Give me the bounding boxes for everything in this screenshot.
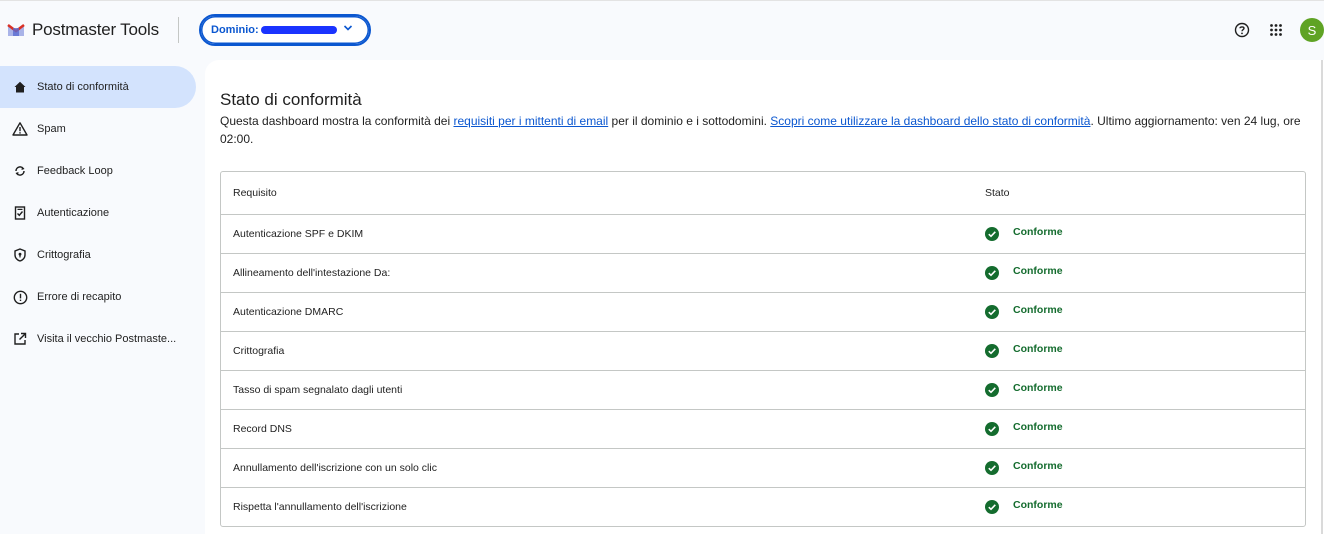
header-actions: S [1230, 1, 1324, 59]
requirement-cell: Rispetta l'annullamento dell'iscrizione [233, 501, 407, 513]
check-circle-icon [985, 422, 999, 436]
status-cell: Conforme [985, 265, 1063, 280]
sidebar-item-crittografia[interactable]: Crittografia [0, 234, 196, 276]
open-in-new-icon [12, 331, 28, 347]
check-circle-icon [985, 305, 999, 319]
sidebar-item-label: Autenticazione [37, 207, 110, 219]
requirement-cell: Crittografia [233, 345, 285, 357]
status-badge: Conforme [1013, 265, 1063, 277]
check-circle-icon [985, 461, 999, 475]
verified-document-icon [12, 205, 28, 221]
requirement-cell: Record DNS [233, 423, 292, 435]
warning-icon [12, 121, 28, 137]
table-row: Crittografia Conforme [221, 331, 1305, 370]
status-cell: Conforme [985, 499, 1063, 514]
status-badge: Conforme [1013, 421, 1063, 433]
status-badge: Conforme [1013, 382, 1063, 394]
requirement-cell: Tasso di spam segnalato dagli utenti [233, 384, 403, 396]
header-divider [178, 16, 179, 43]
status-cell: Conforme [985, 226, 1063, 241]
avatar[interactable]: S [1300, 18, 1324, 42]
status-badge: Conforme [1013, 226, 1063, 238]
table-header-row: Requisito Stato [221, 172, 1305, 214]
main-content: Stato di conformità Questa dashboard mos… [205, 60, 1324, 534]
home-icon [12, 79, 28, 95]
requirement-cell: Allineamento dell'intestazione Da: [233, 267, 391, 279]
page-title: Stato di conformità [220, 90, 362, 109]
table-row: Annullamento dell'iscrizione con un solo… [221, 448, 1305, 487]
table-row: Autenticazione SPF e DKIM Conforme [221, 214, 1305, 253]
compliance-table: Requisito Stato Autenticazione SPF e DKI… [220, 171, 1306, 527]
status-badge: Conforme [1013, 304, 1063, 316]
status-cell: Conforme [985, 304, 1063, 319]
status-cell: Conforme [985, 382, 1063, 397]
table-row: Record DNS Conforme [221, 409, 1305, 448]
check-circle-icon [985, 266, 999, 280]
top-app-bar: Postmaster Tools Dominio: S [0, 0, 1324, 58]
status-badge: Conforme [1013, 343, 1063, 355]
requirement-cell: Autenticazione DMARC [233, 306, 344, 318]
table-row: Autenticazione DMARC Conforme [221, 292, 1305, 331]
sidebar-item-label: Visita il vecchio Postmaste... [37, 333, 177, 345]
sidebar-item-errore-recapito[interactable]: Errore di recapito [0, 276, 196, 318]
desc-text: per il dominio e i sottodomini. [608, 114, 771, 128]
sidebar-item-vecchio-postmaster[interactable]: Visita il vecchio Postmaste... [0, 318, 196, 360]
table-row: Tasso di spam segnalato dagli utenti Con… [221, 370, 1305, 409]
sidebar-nav: Stato di conformità Spam Feedback Loop A… [0, 66, 196, 360]
help-icon[interactable] [1230, 18, 1254, 42]
check-circle-icon [985, 383, 999, 397]
page-description: Questa dashboard mostra la conformità de… [220, 112, 1310, 148]
table-row: Rispetta l'annullamento dell'iscrizione … [221, 487, 1305, 526]
check-circle-icon [985, 500, 999, 514]
sidebar-item-spam[interactable]: Spam [0, 108, 196, 150]
apps-grid-icon[interactable] [1264, 18, 1288, 42]
sidebar-item-autenticazione[interactable]: Autenticazione [0, 192, 196, 234]
check-circle-icon [985, 227, 999, 241]
status-badge: Conforme [1013, 460, 1063, 472]
redacted-domain [260, 25, 337, 34]
status-cell: Conforme [985, 343, 1063, 358]
chevron-down-icon [343, 24, 353, 35]
column-header-stato: Stato [985, 187, 1010, 199]
sidebar-item-label: Stato di conformità [37, 81, 129, 93]
postmaster-logo-icon [7, 23, 25, 36]
sidebar-item-stato-conformita[interactable]: Stato di conformità [0, 66, 196, 108]
requirement-cell: Autenticazione SPF e DKIM [233, 228, 364, 240]
learn-dashboard-link[interactable]: Scopri come utilizzare la dashboard dell… [770, 114, 1090, 128]
sidebar-item-feedback-loop[interactable]: Feedback Loop [0, 150, 196, 192]
shield-icon [12, 247, 28, 263]
status-cell: Conforme [985, 421, 1063, 436]
table-row: Allineamento dell'intestazione Da: Confo… [221, 253, 1305, 292]
status-cell: Conforme [985, 460, 1063, 475]
sync-icon [12, 163, 28, 179]
desc-text: Questa dashboard mostra la conformità de… [220, 114, 454, 128]
status-badge: Conforme [1013, 499, 1063, 511]
column-header-requisito: Requisito [233, 187, 277, 199]
logo[interactable]: Postmaster Tools [5, 20, 175, 40]
check-circle-icon [985, 344, 999, 358]
sidebar-item-label: Errore di recapito [37, 291, 122, 303]
error-circle-icon [12, 289, 28, 305]
requirement-cell: Annullamento dell'iscrizione con un solo… [233, 462, 437, 474]
requirements-link[interactable]: requisiti per i mittenti di email [453, 114, 608, 128]
sidebar-item-label: Feedback Loop [37, 165, 113, 177]
sidebar-item-label: Spam [37, 123, 66, 135]
sidebar-item-label: Crittografia [37, 249, 91, 261]
app-title: Postmaster Tools [32, 19, 159, 39]
scrollbar[interactable] [1320, 60, 1324, 534]
domain-selector[interactable]: Dominio: [199, 13, 371, 46]
domain-label: Dominio: [211, 23, 259, 36]
